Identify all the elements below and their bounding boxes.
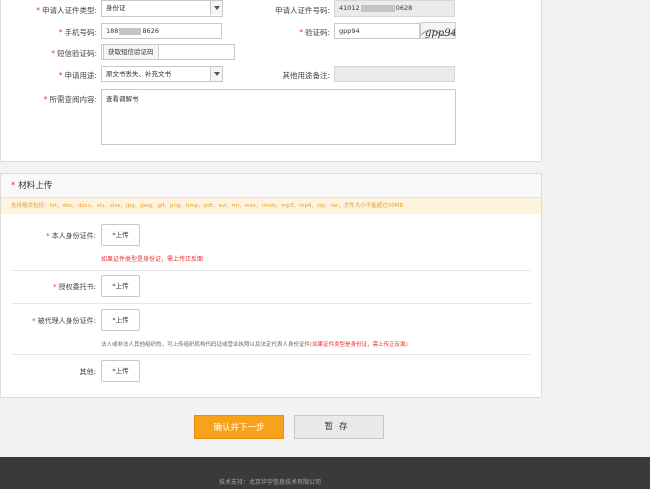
content-label: * 所需查阅内容: — [43, 95, 97, 104]
phone-field[interactable]: 188 8626 — [101, 23, 222, 39]
id-type-value: 身份证 — [106, 4, 126, 12]
id-number-field[interactable]: 41012 0628 — [334, 0, 455, 17]
chevron-down-icon — [210, 67, 222, 81]
upload-row-label: * 授权委托书: — [53, 283, 96, 291]
row-divider — [11, 354, 531, 355]
captcha-label: * 验证码: — [299, 28, 330, 37]
other-purpose-field[interactable] — [334, 66, 455, 82]
get-sms-code-button[interactable]: 获取短信验证码 — [103, 44, 159, 60]
row-divider — [11, 303, 531, 304]
captcha-image[interactable]: gpp94 — [420, 22, 456, 39]
upload-note: 法人或非法人其他组织的，可上传组织机构代码证或营业执照以及法定代表人身份证件(如… — [101, 342, 408, 348]
upload-row-label: 其他: — [79, 368, 96, 376]
confirm-next-button[interactable]: 确认并下一步 — [194, 415, 284, 439]
upload-row-label: * 本人身份证件: — [46, 232, 96, 240]
id-number-label: 申请人证件号码: — [274, 6, 330, 15]
upload-warning: 如果证件类型是身份证，需上传正反面 — [101, 256, 204, 263]
chevron-down-icon — [210, 1, 222, 15]
applicant-form-panel: * 申请人证件类型: 身份证 申请人证件号码: 41012 0628 * 手机号码: … — [0, 0, 542, 162]
materials-upload-panel: * 材料上传 支持格式包括：txt、doc、docx、xls、xlsx、jpg、j… — [0, 173, 542, 398]
sms-code-label: * 短信验证码: — [51, 49, 97, 58]
purpose-value: 原文书丢失、补充文书 — [106, 70, 171, 78]
upload-button[interactable]: *上传 — [101, 224, 140, 246]
purpose-select[interactable]: 原文书丢失、补充文书 — [101, 66, 223, 82]
supported-formats-notice: 支持格式包括：txt、doc、docx、xls、xlsx、jpg、jpeg、gi… — [1, 198, 541, 214]
content-textarea[interactable]: 查看调解书 — [101, 89, 456, 145]
other-purpose-label: 其他用途备注: — [282, 71, 330, 80]
masked-digits — [360, 4, 395, 12]
upload-button[interactable]: *上传 — [101, 275, 140, 297]
purpose-label: * 申请用途: — [58, 71, 97, 80]
upload-row-label: * 被代理人身份证件: — [32, 317, 96, 325]
materials-header: * 材料上传 — [1, 174, 541, 198]
upload-button[interactable]: *上传 — [101, 309, 140, 331]
save-draft-button[interactable]: 暂存 — [294, 415, 384, 439]
masked-digits — [119, 27, 142, 35]
id-type-select[interactable]: 身份证 — [101, 0, 223, 17]
row-divider — [11, 270, 531, 271]
id-type-label: * 申请人证件类型: — [36, 6, 97, 15]
tech-support-text: 技术支持：北京华宇信息技术有限公司 — [218, 479, 321, 486]
captcha-text: gpp94 — [425, 28, 456, 39]
captcha-input[interactable]: gpp94 — [334, 23, 420, 39]
page-footer: 技术支持：北京华宇信息技术有限公司 — [0, 457, 650, 489]
upload-button[interactable]: *上传 — [101, 360, 140, 382]
phone-label: * 手机号码: — [58, 28, 97, 37]
materials-title: 材料上传 — [18, 181, 53, 191]
